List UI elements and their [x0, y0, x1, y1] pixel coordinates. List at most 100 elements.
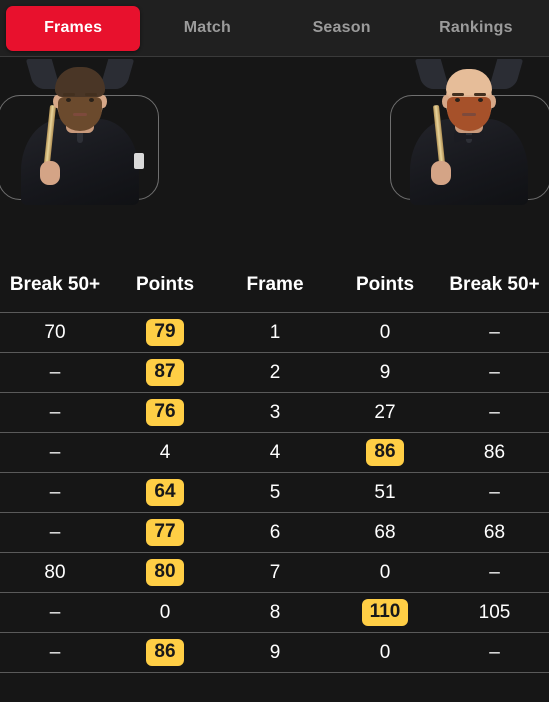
- cell-right-points-value: 0: [379, 321, 391, 343]
- player-right-photo: [389, 57, 549, 205]
- cell-right-points-value: 27: [374, 401, 396, 423]
- cell-left-points-value: 86: [146, 639, 184, 666]
- cell-left-points-value: 77: [146, 519, 184, 546]
- cell-right-break-value: 105: [478, 601, 511, 623]
- tab-rankings-label: Rankings: [439, 19, 513, 36]
- cell-left-points-value: 4: [159, 441, 171, 463]
- player-left-photo: [0, 57, 160, 205]
- tab-bar: Frames Match Season Rankings: [0, 0, 549, 57]
- cell-frame-value: 7: [269, 561, 281, 583]
- cell-right-break: –: [440, 392, 549, 433]
- cell-frame-value: 9: [269, 641, 281, 663]
- tab-rankings[interactable]: Rankings: [409, 6, 543, 51]
- table-row: – 0 8 110 105: [0, 592, 549, 633]
- tab-frames-label: Frames: [44, 19, 103, 36]
- table-row: 80 80 7 0 –: [0, 552, 549, 593]
- tab-frames[interactable]: Frames: [6, 5, 141, 51]
- cell-left-break: –: [0, 472, 110, 513]
- header-right-break: Break 50+: [449, 274, 540, 295]
- cell-right-points: 0: [330, 312, 440, 353]
- cell-right-points-value: 68: [374, 521, 396, 543]
- cell-left-points-value: 87: [146, 359, 184, 386]
- cell-frame-value: 6: [269, 521, 281, 543]
- cell-frame: 4: [220, 432, 330, 473]
- cell-left-points-value: 0: [159, 601, 171, 623]
- cell-left-points: 0: [110, 592, 220, 633]
- tab-match-label: Match: [183, 19, 231, 36]
- cell-frame-value: 2: [269, 361, 281, 383]
- cell-right-points-value: 9: [379, 361, 391, 383]
- cell-right-points-value: 0: [379, 641, 391, 663]
- cell-right-points-value: 86: [366, 439, 404, 466]
- cell-left-points-value: 79: [146, 319, 184, 346]
- cell-right-break: 68: [440, 512, 549, 553]
- cell-left-break: 70: [0, 312, 110, 353]
- cell-right-points: 0: [330, 552, 440, 593]
- header-frame: Frame: [246, 274, 304, 295]
- cell-right-break-value: –: [489, 561, 500, 583]
- cell-right-points: 27: [330, 392, 440, 433]
- table-row: – 87 2 9 –: [0, 352, 549, 393]
- table-row: – 86 9 0 –: [0, 632, 549, 673]
- cell-left-break-value: 80: [44, 561, 66, 583]
- cell-left-break-value: –: [49, 401, 61, 423]
- cell-left-points-value: 80: [146, 559, 184, 586]
- cell-left-break: –: [0, 592, 110, 633]
- cell-right-break: –: [440, 352, 549, 393]
- cell-left-points: 4: [110, 432, 220, 473]
- table-row: – 76 3 27 –: [0, 392, 549, 433]
- cell-frame: 2: [220, 352, 330, 393]
- cell-left-break: –: [0, 392, 110, 433]
- table-row: – 64 5 51 –: [0, 472, 549, 513]
- table-body: 70 79 1 0– –87 2 9– –76 3 27– –4 4 86 86–64 5 51– –77 6 68…: [0, 312, 549, 673]
- cell-left-break: 80: [0, 552, 110, 593]
- frames-score-table: Break 50+ Points Frame Points Break 50+ …: [0, 272, 549, 673]
- cell-left-break-value: –: [49, 361, 61, 383]
- cell-right-points: 9: [330, 352, 440, 393]
- cell-left-break: –: [0, 512, 110, 553]
- cell-left-break: –: [0, 432, 110, 473]
- cell-right-break: –: [440, 312, 549, 353]
- cell-right-break-value: –: [489, 401, 500, 423]
- cell-right-points: 51: [330, 472, 440, 513]
- cell-right-points-value: 51: [374, 481, 396, 503]
- cell-left-break: –: [0, 352, 110, 393]
- players-section: [0, 57, 549, 272]
- cell-right-break-value: –: [489, 321, 500, 343]
- cell-left-break-value: –: [49, 481, 61, 503]
- cell-right-break: 86: [440, 432, 549, 473]
- cell-frame: 1: [220, 312, 330, 353]
- cell-frame-value: 4: [269, 441, 281, 463]
- cell-left-break-value: –: [49, 641, 61, 663]
- cell-right-points: 0: [330, 632, 440, 673]
- header-left-points: Points: [135, 274, 195, 295]
- cell-frame: 3: [220, 392, 330, 433]
- header-right-points: Points: [355, 274, 415, 295]
- cell-right-points-value: 0: [379, 561, 391, 583]
- shirt-patch-icon: [134, 153, 144, 169]
- cell-left-points: 79: [110, 312, 220, 353]
- table-row: – 4 4 86 86: [0, 432, 549, 473]
- table-row: – 77 6 68 68: [0, 512, 549, 553]
- cell-left-points: 86: [110, 632, 220, 673]
- cell-frame: 9: [220, 632, 330, 673]
- cell-left-break-value: –: [49, 521, 61, 543]
- cell-frame-value: 1: [269, 321, 281, 343]
- frames-screen: Frames Match Season Rankings Break 50+ P…: [0, 0, 549, 702]
- cell-frame: 7: [220, 552, 330, 593]
- cell-right-break-value: –: [489, 361, 500, 383]
- cell-right-break: 105: [440, 592, 549, 633]
- cell-frame-value: 3: [269, 401, 281, 423]
- cell-left-points-value: 64: [146, 479, 184, 506]
- cell-right-break-value: 68: [483, 521, 506, 543]
- cell-right-break: –: [440, 552, 549, 593]
- cell-right-points: 86: [330, 432, 440, 473]
- cell-frame: 8: [220, 592, 330, 633]
- cell-right-break: –: [440, 632, 549, 673]
- tab-match[interactable]: Match: [140, 6, 274, 51]
- cell-left-points: 77: [110, 512, 220, 553]
- cell-right-points: 68: [330, 512, 440, 553]
- cell-right-break-value: –: [489, 481, 500, 503]
- tab-season[interactable]: Season: [275, 6, 409, 51]
- cell-frame: 5: [220, 472, 330, 513]
